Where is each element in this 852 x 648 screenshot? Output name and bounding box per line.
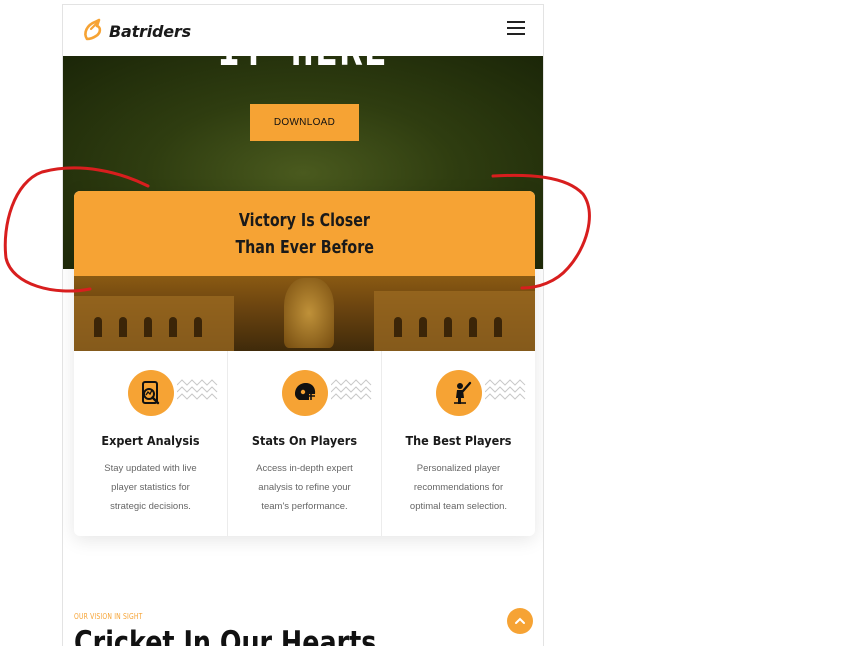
feature-description: Access in-depth expert analysis to refin… bbox=[256, 463, 353, 512]
feature-card: Victory Is Closer Than Ever Before Exper… bbox=[74, 191, 535, 536]
zigzag-decoration bbox=[484, 379, 525, 400]
feature-title: Stats On Players bbox=[251, 433, 358, 448]
feature-description: Stay updated with live player statistics… bbox=[104, 463, 197, 512]
feature-expert-analysis: Expert Analysis Stay updated with live p… bbox=[74, 351, 228, 536]
download-button[interactable]: DOWNLOAD bbox=[250, 104, 359, 141]
stadium-photo bbox=[74, 276, 535, 351]
banner-line-2: Than Ever Before bbox=[235, 236, 374, 258]
mobile-viewport: Batriders IT HERE DOWNLOAD Victory Is Cl… bbox=[62, 4, 544, 646]
scroll-to-top-button[interactable] bbox=[507, 608, 533, 634]
feature-description: Personalized player recommendations for … bbox=[409, 463, 508, 512]
features-row: Expert Analysis Stay updated with live p… bbox=[74, 351, 535, 536]
section-title: Cricket In Our Hearts bbox=[74, 625, 377, 646]
zigzag-decoration bbox=[330, 379, 371, 400]
feature-best-players: The Best Players Personalized player rec… bbox=[382, 351, 535, 536]
hero-title: IT HERE bbox=[106, 56, 500, 76]
batsman-icon bbox=[435, 370, 482, 416]
feature-title: Expert Analysis bbox=[101, 433, 200, 448]
bat-logo-icon bbox=[84, 18, 102, 41]
feature-title: The Best Players bbox=[405, 433, 512, 448]
brand-name: Batriders bbox=[109, 21, 191, 41]
helmet-icon bbox=[281, 370, 328, 416]
zigzag-decoration bbox=[176, 379, 217, 400]
banner-line-1: Victory Is Closer bbox=[238, 209, 371, 231]
chevron-up-icon bbox=[515, 617, 525, 624]
navbar: Batriders bbox=[63, 5, 543, 56]
banner: Victory Is Closer Than Ever Before bbox=[74, 191, 535, 276]
brand-logo[interactable]: Batriders bbox=[81, 17, 191, 45]
analysis-icon bbox=[127, 370, 174, 416]
section-label: OUR VISION IN SIGHT bbox=[74, 612, 143, 621]
trophy-image bbox=[284, 278, 334, 348]
hamburger-icon[interactable] bbox=[507, 21, 525, 37]
feature-stats-on-players: Stats On Players Access in-depth expert … bbox=[228, 351, 382, 536]
